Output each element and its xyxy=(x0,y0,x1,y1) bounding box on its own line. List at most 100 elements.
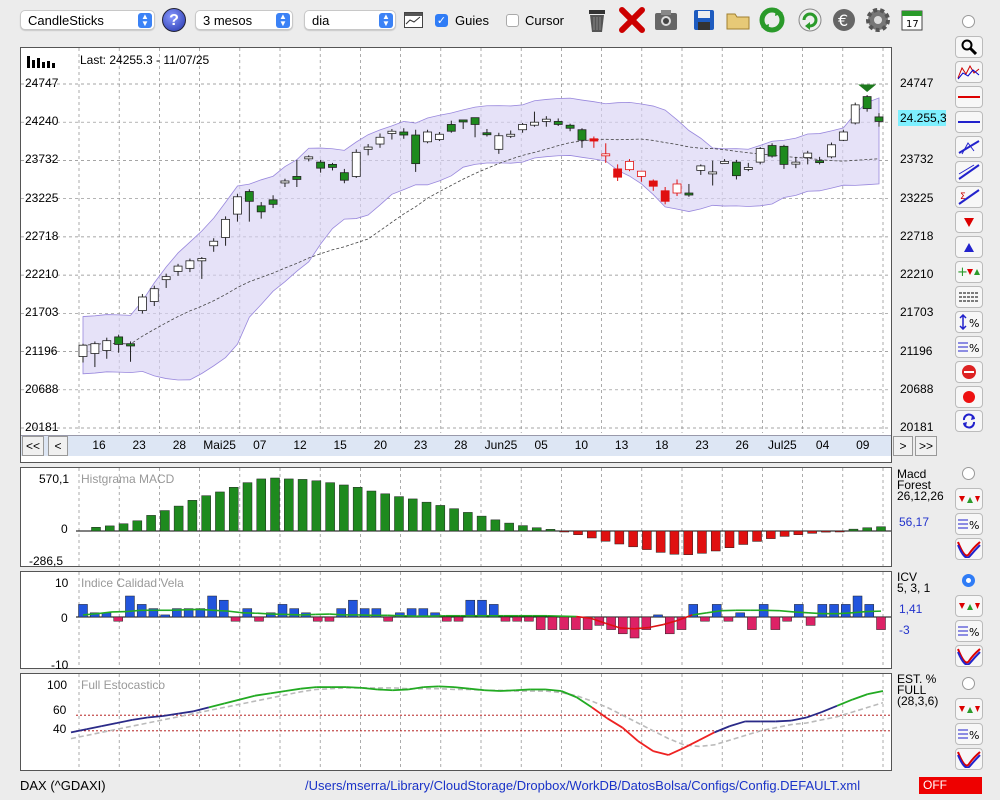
stoch-fast-segment xyxy=(178,710,194,715)
guides-checkbox[interactable]: ✓ xyxy=(435,14,448,27)
candle-body xyxy=(209,240,219,247)
stoch-fast-segment xyxy=(162,712,179,717)
stoch-lines-percent-icon[interactable]: % xyxy=(955,723,983,745)
nav-first-button[interactable]: << xyxy=(22,436,44,456)
icv-value1: 1,41 xyxy=(899,602,923,616)
horizontal-line-red-icon[interactable] xyxy=(955,86,983,108)
sigma-line-icon[interactable]: Σ xyxy=(955,186,983,208)
add-signal-icon[interactable]: + xyxy=(955,261,983,283)
chart-window-icon[interactable] xyxy=(404,12,423,28)
icv-panel[interactable]: Indice Calidad Vela 10 0 -10 xyxy=(20,571,892,672)
icv-bar xyxy=(618,616,628,635)
icv-curve-icon[interactable] xyxy=(955,645,983,667)
icv-signals-icon[interactable] xyxy=(955,595,983,617)
radio-macd[interactable] xyxy=(962,467,975,480)
price-panel: Last: 24255.3 - 11/07/25 << < > >> 16 23 2… xyxy=(20,47,937,463)
no-entry-icon[interactable] xyxy=(955,361,983,383)
macd-lines-percent-icon[interactable]: % xyxy=(955,513,983,535)
stoch-fast-segment xyxy=(362,687,378,691)
radio-toolbar[interactable] xyxy=(962,15,975,28)
candle-body xyxy=(387,130,397,134)
candle-body xyxy=(256,205,266,213)
arrow-up-blue-icon[interactable] xyxy=(955,236,983,258)
candle-body xyxy=(411,134,421,165)
icv-lines-percent-icon[interactable]: % xyxy=(955,620,983,642)
sync-icon[interactable] xyxy=(955,410,983,432)
stochastic-panel[interactable]: Full Estocastico 100 60 40 xyxy=(20,673,892,771)
x-tick-label: 16 xyxy=(92,438,106,452)
refresh-icon[interactable] xyxy=(758,5,786,35)
candle-body xyxy=(173,265,183,272)
stoch-signals-icon[interactable] xyxy=(955,698,983,720)
interval-value: dia xyxy=(312,13,330,28)
candle-body xyxy=(589,138,599,142)
icv-bar xyxy=(782,616,792,622)
chart-type-select[interactable]: CandleSticks ▲ ▼ xyxy=(20,10,155,30)
macd-bar xyxy=(256,478,267,532)
macd-curve-icon[interactable] xyxy=(955,538,983,560)
macd-signals-icon[interactable] xyxy=(955,488,983,510)
y-tick-label: 22210 xyxy=(900,267,934,282)
arrow-down-red-icon[interactable] xyxy=(955,211,983,233)
calendar-icon[interactable]: 17 xyxy=(898,5,926,35)
macd-panel[interactable]: Histgrama MACD 570,1 0 -286,5 xyxy=(20,467,892,568)
candle-body xyxy=(672,183,682,194)
config-path-link[interactable]: /Users/mserra/Library/CloudStorage/Dropb… xyxy=(305,778,860,793)
macd-title: Histgrama MACD xyxy=(81,472,175,486)
y-tick-label-left: 22718 xyxy=(25,228,59,243)
horizontal-line-blue-icon[interactable] xyxy=(955,111,983,133)
radio-stoch[interactable] xyxy=(962,677,975,690)
nav-next-button[interactable]: > xyxy=(893,436,913,456)
euro-icon[interactable]: € xyxy=(830,5,858,35)
x-tick-label: 09 xyxy=(856,438,870,452)
macd-bar xyxy=(463,512,473,532)
icv-bar xyxy=(383,616,393,622)
svg-text:%: % xyxy=(969,317,979,330)
guides-lines-icon[interactable] xyxy=(955,286,983,308)
y-tick-label-left: 21196 xyxy=(25,343,58,358)
help-icon[interactable]: ? xyxy=(162,8,186,32)
radio-icv[interactable] xyxy=(962,574,975,587)
period-value: 3 mesos xyxy=(203,13,253,28)
candle-body xyxy=(827,144,836,158)
zoom-icon[interactable] xyxy=(955,36,983,58)
trash-icon[interactable] xyxy=(583,5,611,35)
nav-prev-button[interactable]: < xyxy=(48,436,68,456)
candle-body xyxy=(530,121,539,126)
stoch-fast-segment xyxy=(668,747,685,756)
nav-last-button[interactable]: >> xyxy=(915,436,937,456)
lines-percent-icon[interactable]: % xyxy=(955,336,983,358)
interval-select[interactable]: dia ▲ ▼ xyxy=(304,10,396,30)
icv-bar xyxy=(254,616,264,622)
stoch-fast-segment xyxy=(499,689,516,692)
y-tick-label-left: 20688 xyxy=(25,381,59,396)
stoch-curve-icon[interactable] xyxy=(955,748,983,770)
close-red-icon[interactable] xyxy=(618,5,646,35)
save-icon[interactable] xyxy=(690,5,718,35)
record-icon[interactable] xyxy=(955,386,983,408)
macd-bar xyxy=(834,530,845,533)
macd-bar xyxy=(600,530,611,542)
cursor-checkbox[interactable] xyxy=(506,14,519,27)
candlestick-chart[interactable] xyxy=(21,48,891,433)
x-tick-label: 18 xyxy=(655,438,669,452)
reload-icon[interactable] xyxy=(796,5,824,35)
macd-bar xyxy=(352,487,363,532)
price-badge: 24.255,3 xyxy=(898,110,946,126)
indicator-overlay-icon[interactable] xyxy=(955,61,983,83)
macd-bar xyxy=(766,530,776,539)
scale-percent-icon[interactable]: % xyxy=(955,311,983,333)
period-select[interactable]: 3 mesos ▲ ▼ xyxy=(195,10,293,30)
trend-channel-icon[interactable] xyxy=(955,136,983,158)
icv-line-segment xyxy=(808,612,824,615)
candle-body xyxy=(197,258,207,262)
trend-line-icon[interactable] xyxy=(955,161,983,183)
icv-bar xyxy=(629,616,640,639)
x-tick-label: Mai25 xyxy=(203,438,236,452)
gear-icon[interactable] xyxy=(864,5,892,35)
icv-bar xyxy=(559,616,569,630)
camera-icon[interactable] xyxy=(652,5,680,35)
off-indicator[interactable]: OFF xyxy=(919,777,982,794)
folder-icon[interactable] xyxy=(724,5,752,35)
candle-body xyxy=(292,176,302,180)
